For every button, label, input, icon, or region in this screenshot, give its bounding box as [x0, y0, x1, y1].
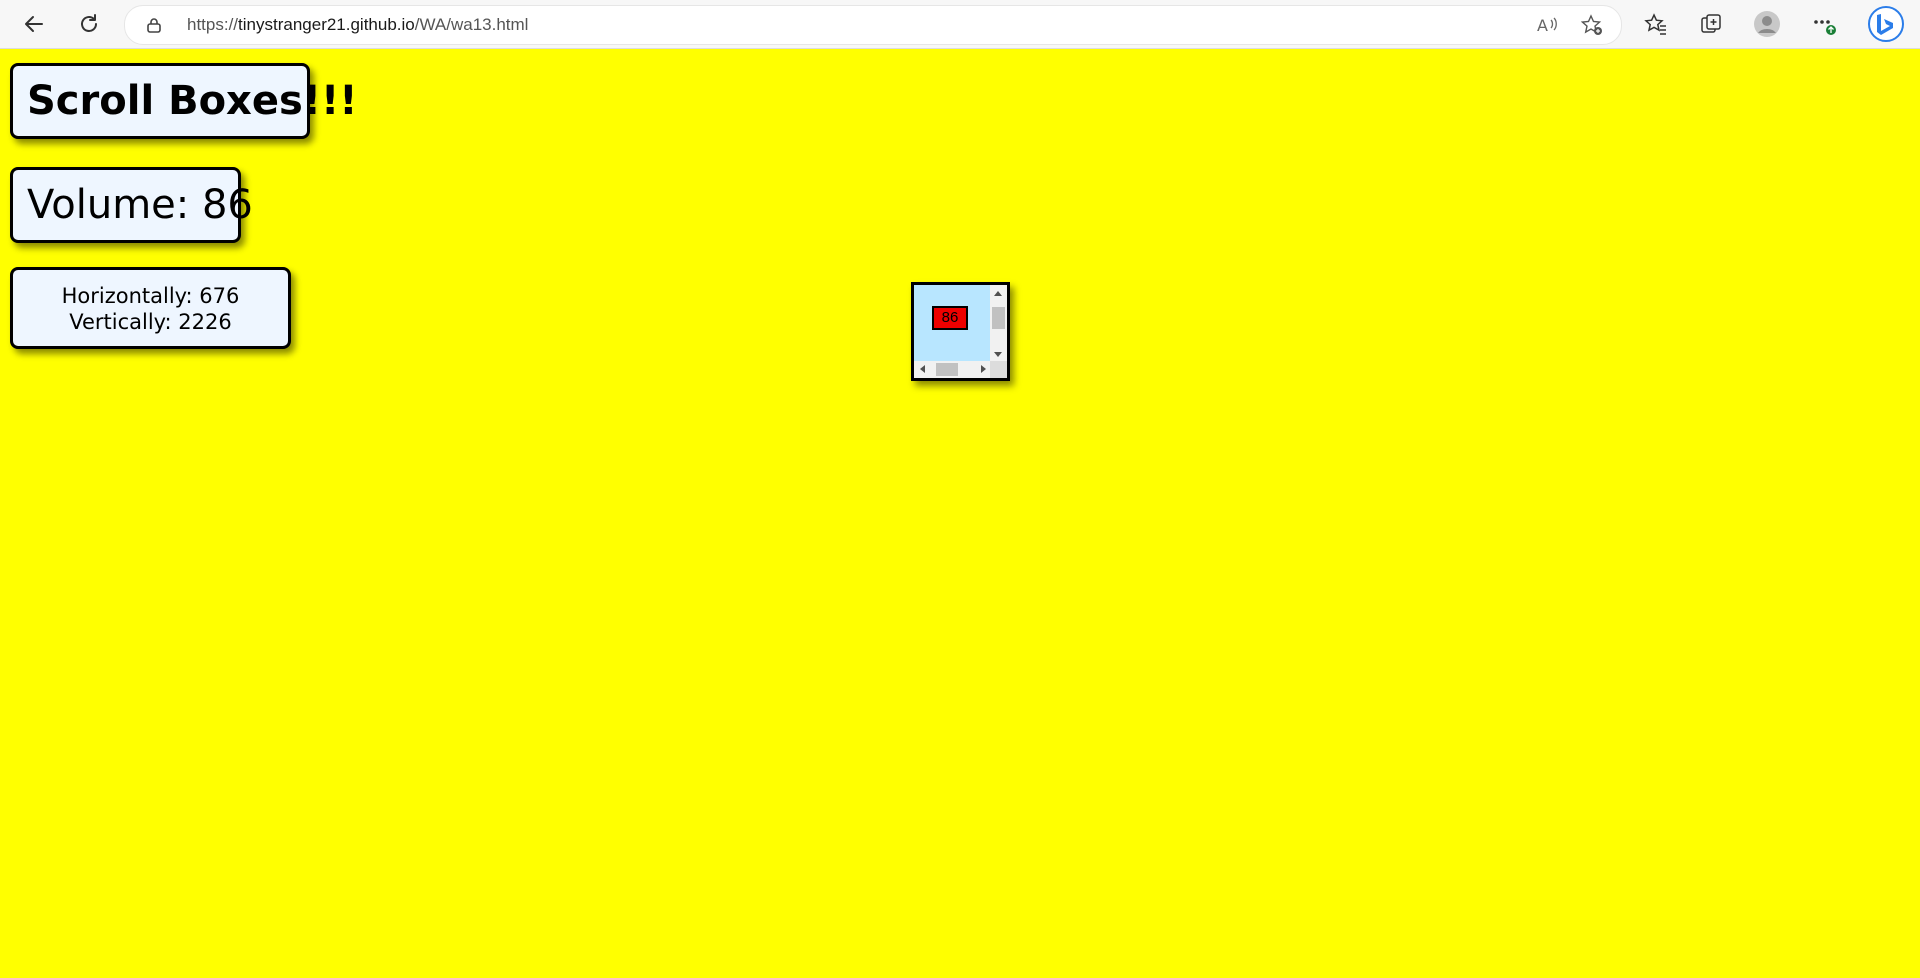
scroll-box-content: 86	[914, 285, 990, 358]
horizontal-scrollbar[interactable]	[914, 361, 990, 378]
horizontal-scroll-thumb[interactable]	[936, 363, 958, 376]
add-favorite-icon[interactable]	[1580, 13, 1604, 37]
scrollbar-corner	[990, 361, 1007, 378]
refresh-icon[interactable]	[71, 6, 107, 42]
page-background: Scroll Boxes!!! Volume: 86 Horizontally:…	[0, 49, 1920, 978]
scroll-box[interactable]: 86	[911, 282, 1010, 381]
bing-copilot-icon[interactable]	[1866, 4, 1906, 44]
scroll-left-arrow-icon[interactable]	[920, 365, 925, 373]
url-text[interactable]: https://tinystranger21.github.io/WA/wa13…	[187, 6, 528, 44]
volume-display: Volume: 86	[10, 167, 253, 243]
lock-icon[interactable]	[147, 17, 161, 33]
profile-icon[interactable]	[1751, 8, 1783, 40]
vertical-scrollbar[interactable]	[990, 285, 1007, 361]
read-aloud-icon[interactable]: A	[1535, 13, 1559, 37]
scroll-right-arrow-icon[interactable]	[981, 365, 986, 373]
volume-box: 86	[932, 306, 968, 330]
collections-icon[interactable]	[1695, 8, 1727, 40]
svg-text:A: A	[1537, 16, 1548, 35]
scroll-down-arrow-icon[interactable]	[994, 352, 1002, 357]
favorites-icon[interactable]	[1640, 8, 1672, 40]
scroll-position-display: Horizontally: 676 Vertically: 2226	[10, 267, 291, 349]
scroll-up-arrow-icon[interactable]	[994, 291, 1002, 296]
address-bar[interactable]: https://tinystranger21.github.io/WA/wa13…	[124, 5, 1622, 45]
url-host: tinystranger21.github.io	[238, 15, 415, 34]
url-prefix: https://	[187, 15, 239, 34]
horizontal-scroll-label: Horizontally: 676	[61, 284, 240, 308]
vertical-scroll-thumb[interactable]	[992, 307, 1005, 329]
page-title: Scroll Boxes!!!	[10, 63, 358, 139]
browser-toolbar: https://tinystranger21.github.io/WA/wa13…	[0, 0, 1920, 49]
back-arrow-icon[interactable]	[16, 6, 52, 42]
vertical-scroll-label: Vertically: 2226	[69, 310, 232, 334]
more-menu-icon[interactable]	[1808, 8, 1840, 40]
url-path: /WA/wa13.html	[414, 15, 529, 34]
